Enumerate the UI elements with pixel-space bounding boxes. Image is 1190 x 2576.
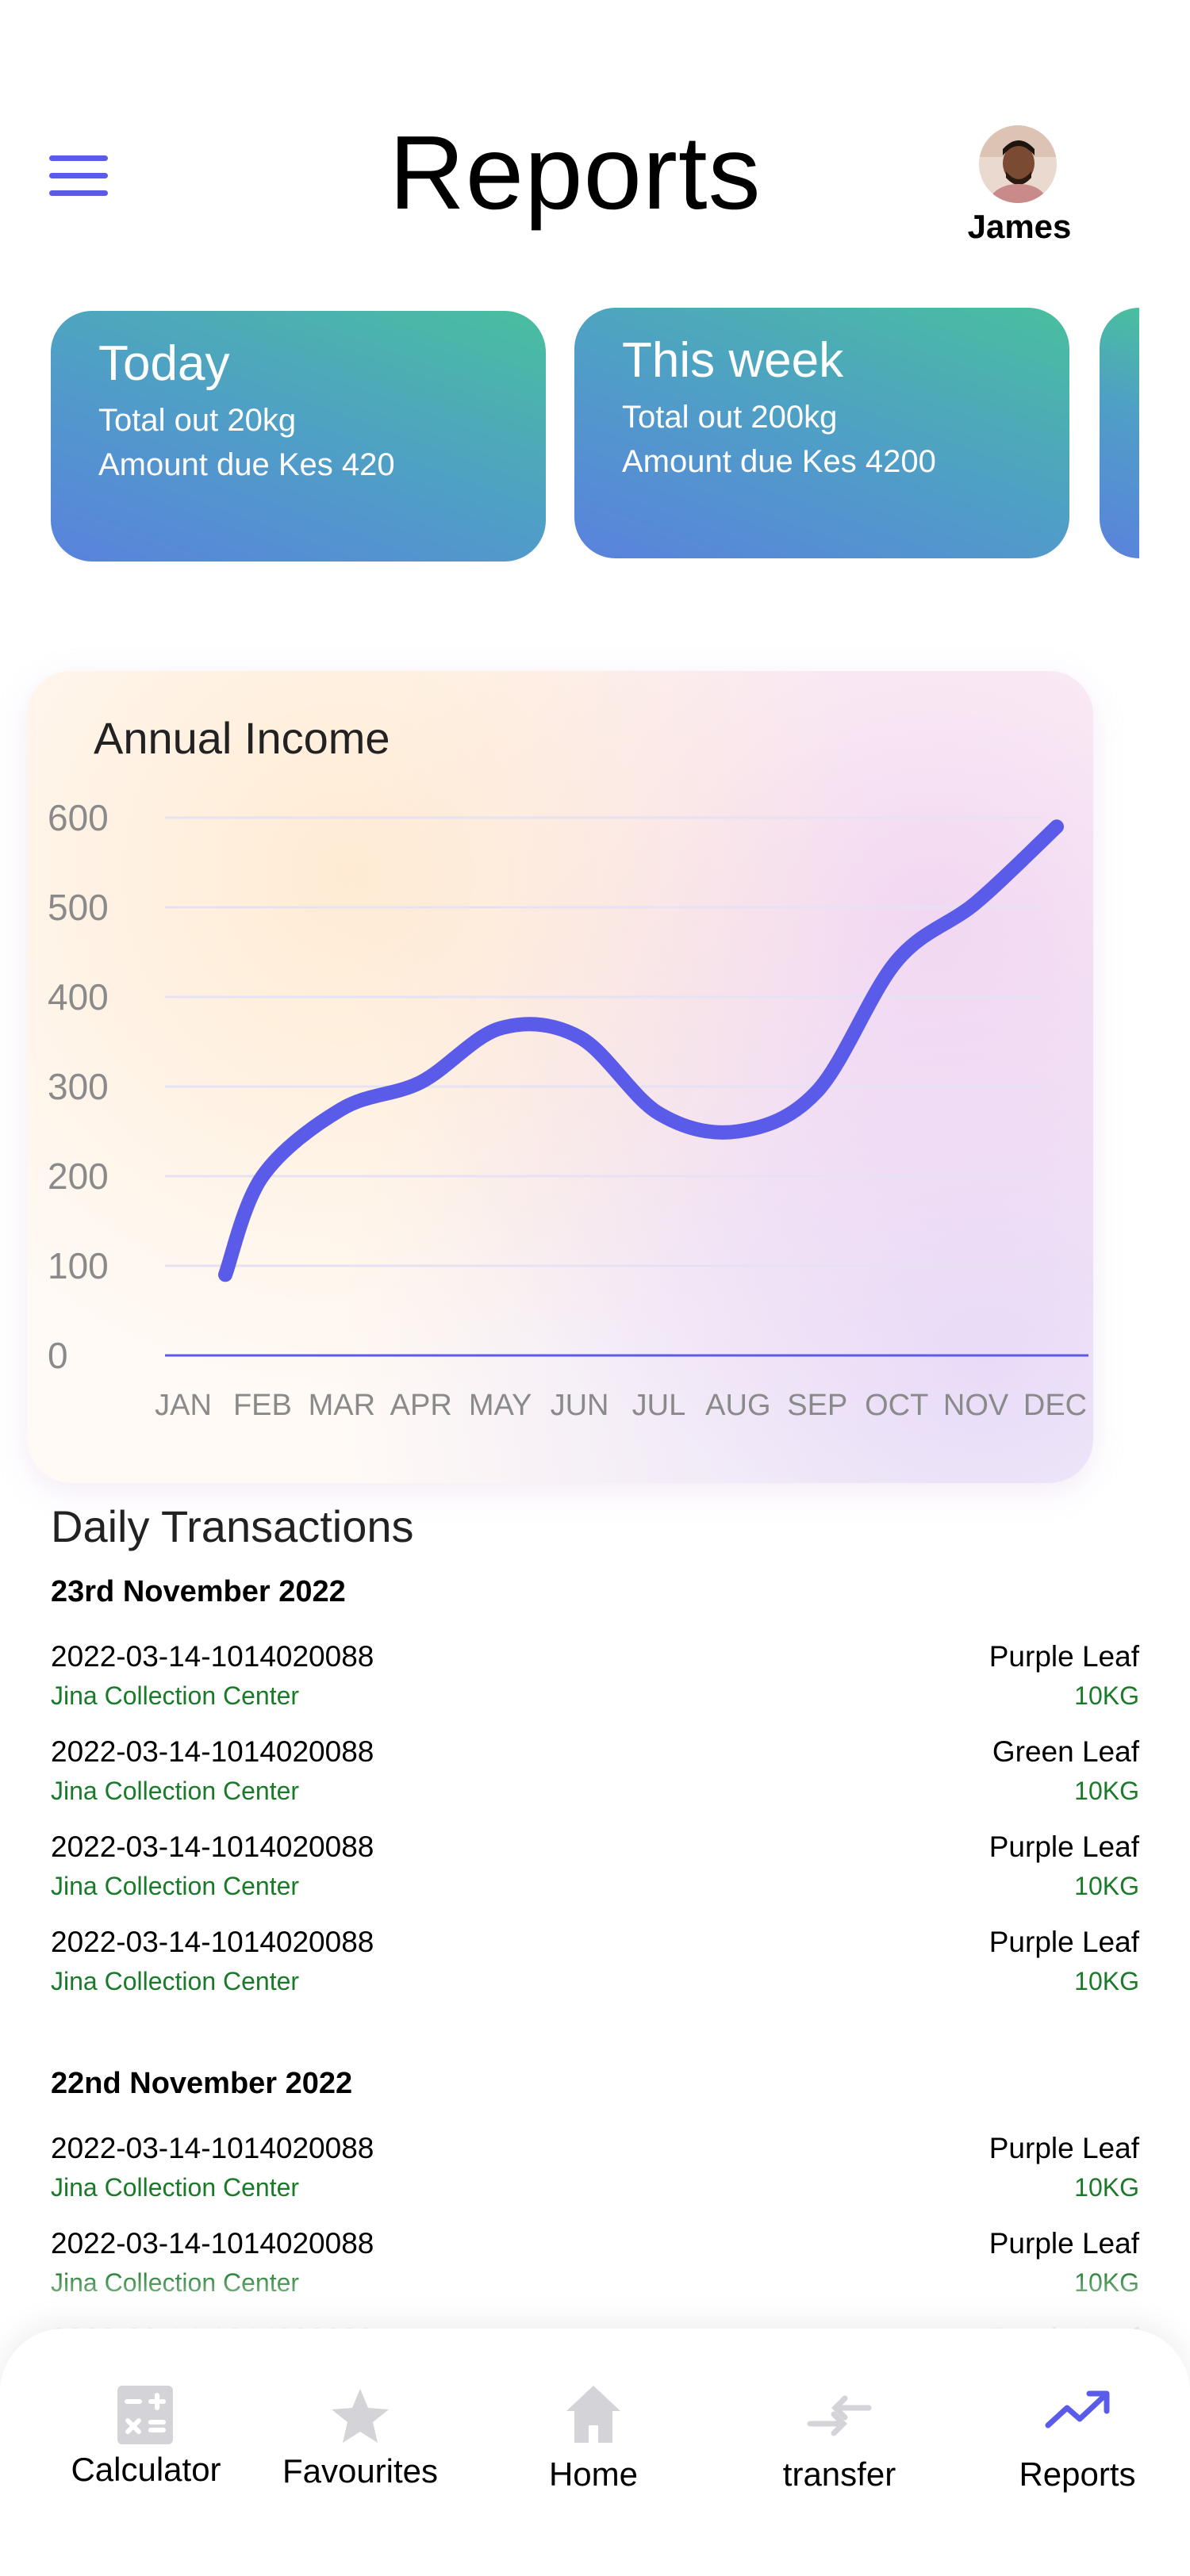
nav-item-home[interactable]: Home [490, 2376, 697, 2494]
y-tick-label: 200 [48, 1156, 109, 1197]
star-icon [332, 2389, 389, 2443]
leaf-weight: 10KG [1074, 1967, 1139, 1995]
leaf-type: Purple Leaf [988, 2227, 1139, 2260]
nav-item-transfer[interactable]: transfer [736, 2376, 942, 2494]
collection-center: Jina Collection Center [51, 1777, 300, 1805]
y-tick-label: 0 [48, 1335, 68, 1376]
transaction-id: 2022-03-14-1014020088 [51, 1830, 374, 1863]
leaf-type: Purple Leaf [988, 1830, 1139, 1863]
trending-up-icon [1045, 2390, 1110, 2428]
transaction-id: 2022-03-14-1014020088 [51, 2132, 374, 2164]
x-tick-label: JUL [632, 1389, 686, 1422]
date-heading: 22nd November 2022 [51, 2067, 353, 2100]
list-fade [0, 2268, 1190, 2332]
nav-item-reports[interactable]: Reports [974, 2376, 1180, 2494]
x-tick-label: MAR [309, 1389, 375, 1422]
calculator-icon [117, 2386, 173, 2444]
transaction-id: 2022-03-14-1014020088 [51, 2227, 374, 2260]
transaction-id: 2022-03-14-1014020088 [51, 1926, 374, 1958]
x-tick-label: JAN [155, 1389, 212, 1422]
nav-label: Calculator [71, 2451, 221, 2488]
transfer-arrows-icon [807, 2395, 872, 2436]
leaf-weight: 10KG [1074, 1681, 1139, 1710]
leaf-type: Purple Leaf [988, 1926, 1139, 1958]
y-tick-label: 500 [48, 887, 109, 928]
x-tick-label: SEP [787, 1389, 847, 1422]
transaction-row[interactable]: 2022-03-14-1014020088 Jina Collection Cen… [51, 1830, 1139, 1918]
transaction-row[interactable]: 2022-03-14-1014020088 Jina Collection Cen… [51, 2132, 1139, 2219]
nav-item-calculator[interactable]: Calculator [43, 2376, 249, 2489]
collection-center: Jina Collection Center [51, 1872, 300, 1900]
y-tick-label: 400 [48, 976, 109, 1018]
y-tick-label: 100 [48, 1245, 109, 1286]
y-tick-label: 600 [48, 797, 109, 838]
leaf-type: Purple Leaf [988, 1640, 1139, 1673]
x-tick-label: APR [390, 1389, 452, 1422]
leaf-type: Green Leaf [992, 1735, 1139, 1768]
nav-label: transfer [782, 2455, 896, 2493]
leaf-weight: 10KG [1074, 1872, 1139, 1900]
annual-income-chart: 0 100 200 300 400 500 600 JAN FEB MAR APR MAY JUN JUL… [48, 797, 1088, 1422]
collection-center: Jina Collection Center [51, 2173, 300, 2202]
y-tick-label: 300 [48, 1066, 109, 1107]
home-icon [566, 2386, 620, 2443]
collection-center: Jina Collection Center [51, 1967, 300, 1995]
leaf-weight: 10KG [1074, 1777, 1139, 1805]
income-series-line [218, 819, 1064, 1282]
leaf-weight: 10KG [1074, 2173, 1139, 2202]
transaction-row[interactable]: 2022-03-14-1014020088 Jina Collection Cen… [51, 1735, 1139, 1823]
x-tick-label: DEC [1023, 1389, 1087, 1422]
nav-label: Reports [1019, 2455, 1136, 2493]
transaction-row[interactable]: 2022-03-14-1014020088 Jina Collection Cen… [51, 1926, 1139, 2013]
transaction-row[interactable]: 2022-03-14-1014020088 Jina Collection Cen… [51, 1640, 1139, 1727]
x-tick-label: AUG [705, 1389, 770, 1422]
nav-label: Favourites [282, 2452, 439, 2490]
x-tick-label: MAY [469, 1389, 532, 1422]
date-heading: 23rd November 2022 [51, 1575, 346, 1608]
leaf-type: Purple Leaf [988, 2132, 1139, 2164]
collection-center: Jina Collection Center [51, 1681, 300, 1710]
x-tick-label: FEB [233, 1389, 292, 1422]
transaction-id: 2022-03-14-1014020088 [51, 1640, 374, 1673]
nav-label: Home [548, 2455, 639, 2493]
x-tick-label: JUN [551, 1389, 609, 1422]
x-tick-label: NOV [943, 1389, 1009, 1422]
section-title: Daily Transactions [51, 1501, 414, 1551]
transaction-id: 2022-03-14-1014020088 [51, 1735, 374, 1768]
x-tick-label: OCT [865, 1389, 928, 1422]
nav-item-favourites[interactable]: Favourites [257, 2376, 463, 2490]
